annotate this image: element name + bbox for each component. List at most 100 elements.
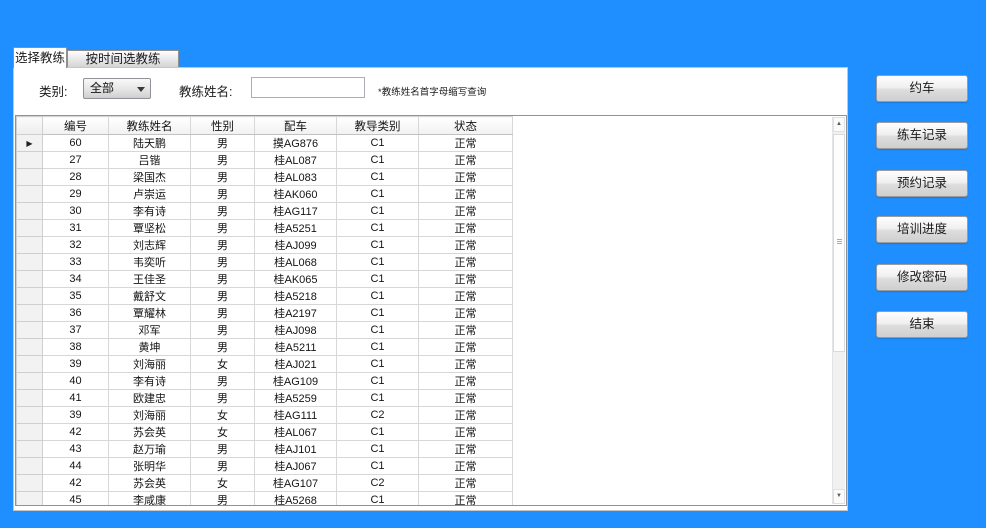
- table-cell[interactable]: 桂A5268: [255, 492, 337, 507]
- row-selector-cell[interactable]: [17, 407, 43, 424]
- table-cell[interactable]: 正常: [419, 135, 513, 152]
- table-row[interactable]: 39刘海丽女桂AG111C2正常: [17, 407, 513, 424]
- table-cell[interactable]: 男: [191, 203, 255, 220]
- row-selector-cell[interactable]: [17, 475, 43, 492]
- tab-select-coach[interactable]: 选择教练: [13, 47, 67, 68]
- table-cell[interactable]: 桂AJ067: [255, 458, 337, 475]
- table-cell[interactable]: 39: [43, 407, 109, 424]
- table-cell[interactable]: C1: [337, 356, 419, 373]
- table-cell[interactable]: C1: [337, 424, 419, 441]
- table-cell[interactable]: 张明华: [109, 458, 191, 475]
- booking-record-button[interactable]: 预约记录: [876, 170, 968, 197]
- table-cell[interactable]: 男: [191, 305, 255, 322]
- table-row[interactable]: 43赵万瑜男桂AJ101C1正常: [17, 441, 513, 458]
- table-cell[interactable]: 36: [43, 305, 109, 322]
- column-header-coach-name[interactable]: 教练姓名: [109, 117, 191, 135]
- row-selector-cell[interactable]: [17, 390, 43, 407]
- scroll-down-button[interactable]: ▼: [833, 489, 845, 504]
- table-cell[interactable]: 摸AG876: [255, 135, 337, 152]
- scrollbar-thumb[interactable]: [833, 134, 845, 352]
- row-selector-cell[interactable]: [17, 203, 43, 220]
- table-cell[interactable]: 桂AG107: [255, 475, 337, 492]
- row-selector-cell[interactable]: ▶: [17, 135, 43, 152]
- table-cell[interactable]: 37: [43, 322, 109, 339]
- table-cell[interactable]: 38: [43, 339, 109, 356]
- table-cell[interactable]: 梁国杰: [109, 169, 191, 186]
- scroll-up-button[interactable]: ▲: [833, 117, 845, 132]
- table-row[interactable]: 42苏会英女桂AL067C1正常: [17, 424, 513, 441]
- table-cell[interactable]: 桂A5251: [255, 220, 337, 237]
- table-cell[interactable]: 王佳圣: [109, 271, 191, 288]
- table-cell[interactable]: 正常: [419, 152, 513, 169]
- table-cell[interactable]: 男: [191, 135, 255, 152]
- table-cell[interactable]: 男: [191, 288, 255, 305]
- table-row[interactable]: 29卢崇运男桂AK060C1正常: [17, 186, 513, 203]
- table-cell[interactable]: 30: [43, 203, 109, 220]
- table-cell[interactable]: 桂AK065: [255, 271, 337, 288]
- table-cell[interactable]: C2: [337, 407, 419, 424]
- table-cell[interactable]: C1: [337, 458, 419, 475]
- table-cell[interactable]: C1: [337, 492, 419, 507]
- end-button[interactable]: 结束: [876, 311, 968, 338]
- column-header-gender[interactable]: 性别: [191, 117, 255, 135]
- table-cell[interactable]: 桂AG117: [255, 203, 337, 220]
- practice-record-button[interactable]: 练车记录: [876, 122, 968, 149]
- row-selector-cell[interactable]: [17, 254, 43, 271]
- table-cell[interactable]: 正常: [419, 322, 513, 339]
- table-cell[interactable]: 桂AG111: [255, 407, 337, 424]
- row-selector-cell[interactable]: [17, 356, 43, 373]
- table-cell[interactable]: 男: [191, 254, 255, 271]
- row-selector-cell[interactable]: [17, 288, 43, 305]
- table-cell[interactable]: 男: [191, 390, 255, 407]
- table-cell[interactable]: 刘海丽: [109, 356, 191, 373]
- table-cell[interactable]: 吕锴: [109, 152, 191, 169]
- table-cell[interactable]: 男: [191, 237, 255, 254]
- column-header-car[interactable]: 配车: [255, 117, 337, 135]
- table-cell[interactable]: 桂A5218: [255, 288, 337, 305]
- table-cell[interactable]: 男: [191, 339, 255, 356]
- table-cell[interactable]: 苏会英: [109, 424, 191, 441]
- table-cell[interactable]: 正常: [419, 288, 513, 305]
- table-cell[interactable]: 42: [43, 475, 109, 492]
- table-cell[interactable]: 正常: [419, 220, 513, 237]
- table-cell[interactable]: 28: [43, 169, 109, 186]
- table-cell[interactable]: 刘海丽: [109, 407, 191, 424]
- table-cell[interactable]: C1: [337, 288, 419, 305]
- table-row[interactable]: 45李咸康男桂A5268C1正常: [17, 492, 513, 507]
- table-cell[interactable]: 正常: [419, 356, 513, 373]
- table-cell[interactable]: C1: [337, 135, 419, 152]
- table-cell[interactable]: C1: [337, 441, 419, 458]
- table-cell[interactable]: 赵万瑜: [109, 441, 191, 458]
- table-cell[interactable]: 正常: [419, 441, 513, 458]
- table-cell[interactable]: 桂A5211: [255, 339, 337, 356]
- table-row[interactable]: ▶60陆天鹏男摸AG876C1正常: [17, 135, 513, 152]
- table-cell[interactable]: 正常: [419, 254, 513, 271]
- table-cell[interactable]: C1: [337, 203, 419, 220]
- table-cell[interactable]: 正常: [419, 237, 513, 254]
- table-cell[interactable]: 桂A5259: [255, 390, 337, 407]
- table-cell[interactable]: C1: [337, 390, 419, 407]
- table-cell[interactable]: 正常: [419, 424, 513, 441]
- table-cell[interactable]: 35: [43, 288, 109, 305]
- table-row[interactable]: 40李有诗男桂AG109C1正常: [17, 373, 513, 390]
- table-cell[interactable]: 43: [43, 441, 109, 458]
- table-cell[interactable]: 正常: [419, 390, 513, 407]
- table-cell[interactable]: 邓军: [109, 322, 191, 339]
- row-selector-cell[interactable]: [17, 305, 43, 322]
- category-dropdown[interactable]: 全部: [83, 78, 151, 99]
- table-cell[interactable]: C1: [337, 237, 419, 254]
- table-row[interactable]: 28梁国杰男桂AL083C1正常: [17, 169, 513, 186]
- table-cell[interactable]: 男: [191, 271, 255, 288]
- table-cell[interactable]: C2: [337, 475, 419, 492]
- table-cell[interactable]: 桂AL087: [255, 152, 337, 169]
- table-row[interactable]: 38黄坤男桂A5211C1正常: [17, 339, 513, 356]
- table-row[interactable]: 32刘志辉男桂AJ099C1正常: [17, 237, 513, 254]
- column-header-id[interactable]: 编号: [43, 117, 109, 135]
- training-progress-button[interactable]: 培训进度: [876, 216, 968, 243]
- table-row[interactable]: 34王佳圣男桂AK065C1正常: [17, 271, 513, 288]
- table-cell[interactable]: 27: [43, 152, 109, 169]
- coach-name-input[interactable]: [251, 77, 365, 98]
- table-row[interactable]: 30李有诗男桂AG117C1正常: [17, 203, 513, 220]
- book-car-button[interactable]: 约车: [876, 75, 968, 102]
- row-selector-cell[interactable]: [17, 271, 43, 288]
